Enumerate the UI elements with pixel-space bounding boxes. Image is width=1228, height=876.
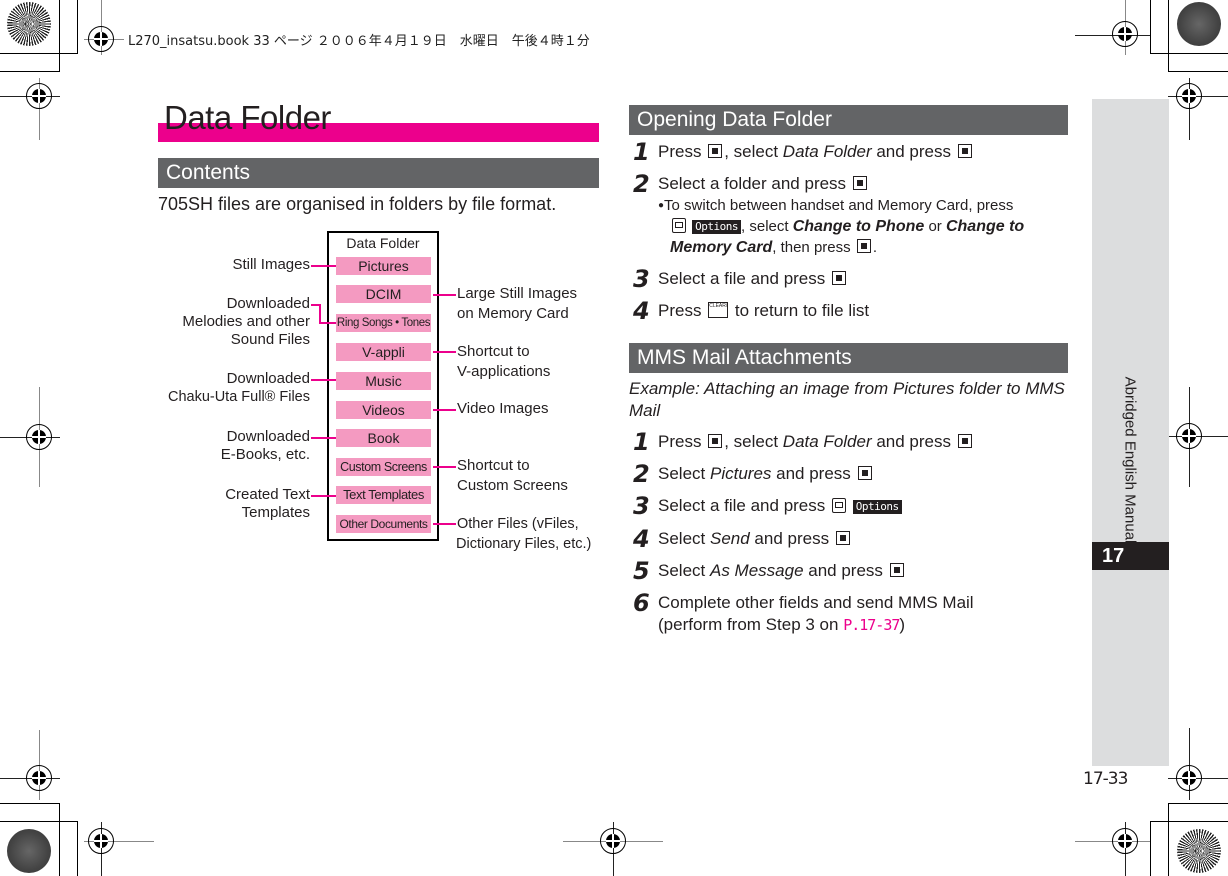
leader-line [433, 523, 456, 525]
leader-line [311, 379, 336, 381]
step-number: 3 [633, 265, 650, 293]
section-heading-text: Contents [166, 161, 251, 184]
center-key-icon [856, 239, 871, 253]
print-header: L270_insatsu.book 33 ページ ２００６年４月１９日 水曜日 … [128, 34, 590, 49]
step-number: 1 [633, 428, 650, 456]
label-other-files: Other Files (vFiles, Dictionary Files, e… [456, 516, 592, 552]
center-key-icon [708, 434, 723, 448]
clear-back-key-icon: CLEAR/BACK [708, 302, 729, 318]
registration-mark-icon [600, 828, 626, 854]
opening-step-2-note: ●To switch between handset and Memory Ca… [658, 197, 1025, 256]
step-number: 5 [633, 557, 650, 585]
leader-line [433, 351, 456, 353]
step-number: 2 [633, 460, 650, 488]
section-heading-text: MMS Mail Attachments [637, 346, 852, 369]
center-key-icon [835, 531, 850, 545]
example-caption: Example: Attaching an image from Picture… [629, 379, 1065, 420]
page-reference-link[interactable]: P.17-37 [843, 616, 900, 634]
registration-mark-icon [88, 26, 114, 52]
step-number: 6 [633, 589, 650, 617]
leader-line [311, 495, 336, 497]
registration-mark-icon [1176, 83, 1202, 109]
section-heading-opening-data-folder: Opening Data Folder [629, 105, 1068, 135]
center-key-icon [957, 144, 972, 158]
label-still-images: Still Images [232, 256, 310, 273]
leader-line [433, 466, 456, 468]
intro-text: 705SH files are organised in folders by … [158, 194, 557, 214]
leader-line [433, 294, 456, 296]
registration-mark-icon [1176, 765, 1202, 791]
leader-line [311, 437, 336, 439]
step-number: 4 [633, 297, 650, 325]
chapter-badge: 17 [1092, 542, 1169, 570]
page-title: Data Folder [164, 99, 331, 136]
folder-chip-dcim: DCIM [336, 285, 431, 303]
mail-key-icon [672, 218, 686, 233]
folder-chip-pictures: Pictures [336, 257, 431, 275]
center-key-icon [957, 434, 972, 448]
registration-mark-icon [1112, 828, 1138, 854]
registration-mark-icon [26, 765, 52, 791]
registration-mark-icon [88, 828, 114, 854]
folder-chip-ring-songs: Ring Songs • Tones [336, 314, 431, 332]
label-created-text-templates: Created Text Templates [225, 486, 310, 521]
folder-chip-custom-screens: Custom Screens [336, 458, 431, 476]
center-key-icon [852, 176, 867, 190]
folder-chip-book: Book [336, 429, 431, 447]
step-number: 3 [633, 492, 650, 520]
label-shortcut-v-applications: Shortcut to V-applications [457, 343, 551, 380]
options-softkey-icon: Options [692, 220, 742, 234]
registration-mark-icon [1176, 423, 1202, 449]
center-key-icon [708, 144, 723, 158]
page-number: 17-33 [1083, 769, 1128, 789]
label-video-images: Video Images [457, 400, 549, 417]
step-number: 1 [633, 138, 650, 166]
label-large-still-images: Large Still Images on Memory Card [457, 285, 578, 322]
label-downloaded-ebooks: Downloaded E-Books, etc. [220, 428, 310, 463]
step-number: 2 [633, 170, 650, 198]
registration-mark-icon [26, 83, 52, 109]
side-tab-label: Abridged English Manual [1121, 376, 1139, 544]
section-heading-text: Opening Data Folder [637, 108, 832, 131]
folder-chip-v-appli: V-appli [336, 343, 431, 361]
leader-line [433, 409, 456, 411]
leader-line [319, 304, 321, 324]
color-target-icon [1177, 2, 1221, 46]
center-key-icon [857, 466, 872, 480]
registration-mark-icon [26, 424, 52, 450]
color-target-icon [7, 829, 51, 873]
leader-line [319, 322, 336, 324]
leader-line [311, 265, 336, 267]
mail-key-icon [832, 498, 846, 513]
label-downloaded-chaku-uta: Downloaded Chaku-Uta Full® Files [167, 370, 310, 405]
center-key-icon [889, 563, 904, 577]
color-target-icon [1177, 829, 1221, 873]
folder-chip-videos: Videos [336, 401, 431, 419]
center-key-icon [832, 271, 846, 285]
label-shortcut-custom-screens: Shortcut to Custom Screens [457, 457, 568, 494]
folder-chip-other-documents: Other Documents [336, 515, 431, 533]
folder-chip-music: Music [336, 372, 431, 390]
section-heading-mms-attachments: MMS Mail Attachments [629, 343, 1068, 373]
folder-box-title: Data Folder [346, 235, 420, 251]
section-heading-contents: Contents [158, 158, 599, 188]
step-number: 4 [633, 525, 650, 553]
registration-mark-icon [1112, 21, 1138, 47]
label-downloaded-melodies: Downloaded Melodies and other Sound File… [182, 295, 310, 348]
folder-chip-text-templates: Text Templates [336, 486, 431, 504]
color-target-icon [7, 2, 51, 46]
options-softkey-icon: Options [852, 500, 902, 514]
